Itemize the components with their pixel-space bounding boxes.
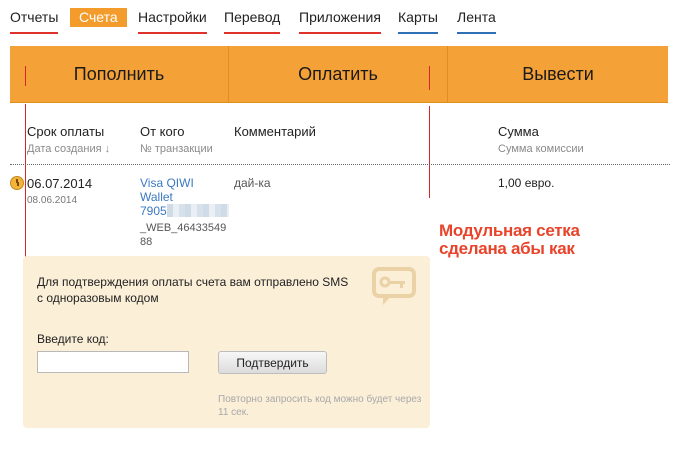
- nav-item-label: Карты: [398, 9, 438, 25]
- sender-number: 7905: [140, 204, 167, 218]
- nav-underline: [398, 32, 438, 34]
- nav-item-transfer[interactable]: Перевод: [224, 9, 281, 34]
- nav-item-label: Лента: [457, 9, 496, 25]
- nav-underline: [224, 32, 281, 34]
- action-bar: Пополнить Оплатить Вывести: [10, 46, 668, 103]
- grid-guide-line: [25, 66, 26, 86]
- column-header-due-date[interactable]: Срок оплаты: [27, 124, 104, 139]
- nav-item-invoices[interactable]: Счета: [70, 8, 127, 27]
- masked-number: [166, 204, 229, 217]
- nav-item-label: Отчеты: [10, 9, 59, 25]
- transaction-line: _WEB_46433549: [140, 222, 227, 234]
- sender-line: Visa QIWI: [140, 176, 194, 190]
- annotation-line: сделана абы как: [439, 239, 575, 258]
- column-header-amount: Сумма: [498, 124, 539, 139]
- header-divider: [10, 164, 670, 165]
- sms-confirm-panel: Для подтверждения оплаты счета вам отпра…: [23, 256, 430, 428]
- pay-button[interactable]: Оплатить: [229, 46, 447, 102]
- code-input[interactable]: [37, 351, 189, 373]
- sender-line: 7905: [140, 204, 229, 218]
- confirm-button[interactable]: Подтвердить: [218, 351, 327, 374]
- sender-line: Wallet: [140, 190, 173, 204]
- nav-item-apps[interactable]: Приложения: [299, 9, 381, 34]
- nav-underline: [299, 32, 381, 34]
- annotation-text: Модульная сетка сделана абы как: [439, 222, 609, 258]
- sms-message: Для подтверждения оплаты счета вам отпра…: [37, 275, 349, 305]
- transaction-line: 88: [140, 236, 153, 248]
- created-date-value: 08.06.2014: [27, 195, 78, 206]
- grid-guide-line: [429, 106, 430, 198]
- top-nav: Отчеты Счета Настройки Перевод Приложени…: [0, 0, 680, 40]
- nav-item-reports[interactable]: Отчеты: [10, 9, 59, 34]
- code-label: Введите код:: [37, 332, 109, 346]
- grid-guide-line: [25, 104, 26, 272]
- nav-item-label: Приложения: [299, 9, 381, 25]
- column-subheader-transaction: № транзакции: [140, 143, 213, 155]
- nav-underline: [10, 32, 59, 34]
- annotation-line: Модульная сетка: [439, 221, 580, 240]
- withdraw-button[interactable]: Вывести: [448, 46, 668, 102]
- transaction-id: _WEB_46433549 88: [140, 221, 226, 249]
- nav-item-cards[interactable]: Карты: [398, 9, 438, 34]
- nav-underline: [138, 32, 207, 34]
- resend-note: Повторно запросить код можно будет через…: [218, 394, 422, 418]
- nav-item-label: Перевод: [224, 9, 281, 25]
- column-subheader-commission: Сумма комиссии: [498, 143, 584, 155]
- topup-button[interactable]: Пополнить: [10, 46, 228, 102]
- comment-value: дай-ка: [234, 176, 271, 190]
- column-subheader-created-date[interactable]: Дата создания ↓: [27, 143, 110, 155]
- grid-guide-line: [429, 66, 430, 90]
- nav-item-settings[interactable]: Настройки: [138, 9, 207, 34]
- amount-value: 1,00 евро.: [498, 176, 555, 190]
- column-header-from: От кого: [140, 124, 185, 139]
- clock-icon: [10, 176, 24, 190]
- due-date-value: 06.07.2014: [27, 176, 93, 191]
- sender-link[interactable]: Visa QIWI Wallet 7905: [140, 176, 229, 218]
- nav-underline: [457, 32, 496, 34]
- column-header-comment: Комментарий: [234, 124, 316, 139]
- nav-item-label: Счета: [79, 9, 118, 25]
- nav-item-label: Настройки: [138, 9, 207, 25]
- nav-item-feed[interactable]: Лента: [457, 9, 496, 34]
- sms-key-icon: [372, 267, 416, 305]
